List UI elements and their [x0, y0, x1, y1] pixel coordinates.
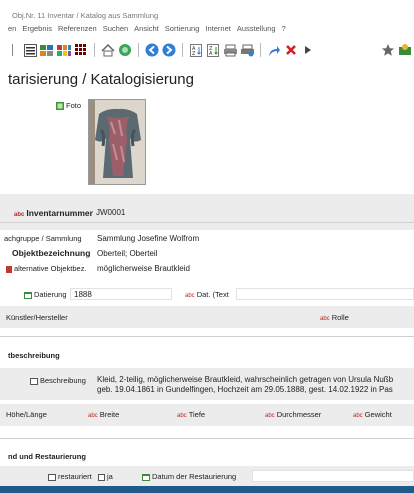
extra-icon[interactable]: [398, 43, 412, 57]
inventarnummer-label: abc Inventarnummer: [14, 208, 93, 218]
home-icon[interactable]: [101, 43, 115, 57]
section-title-restaurierung: nd und Restaurierung: [8, 452, 86, 461]
photo-icon: [56, 101, 64, 110]
beschreibung-line-2[interactable]: geb. 19.04.1861 in Gundelfingen, Hochzei…: [97, 385, 393, 394]
sammlung-label: achgruppe / Sammlung: [4, 234, 82, 243]
objektbezeichnung-label: Objektbezeichnung: [12, 248, 91, 258]
kuenstler-label: Künstler/Hersteller: [6, 313, 68, 322]
required-text-icon: abc: [320, 316, 330, 322]
sort-za-icon[interactable]: ZA: [206, 43, 220, 57]
datierung-label: Datierung: [24, 290, 67, 299]
menu-item-ansicht[interactable]: Ansicht: [134, 24, 159, 38]
menu-item-ergebnis[interactable]: Ergebnis: [22, 24, 52, 38]
dat-text-label: abc Dat. (Text: [185, 290, 229, 299]
inventarnummer-field[interactable]: JW0001: [96, 208, 125, 217]
objektbezeichnung-field[interactable]: Oberteil; Oberteil: [97, 249, 157, 258]
lines-icon[interactable]: [6, 43, 20, 57]
search-globe-icon[interactable]: [118, 43, 132, 57]
rolle-label: abc Rolle: [320, 313, 349, 322]
text-block-icon: [30, 377, 38, 385]
toolbar-divider: [94, 43, 95, 57]
durchmesser-label: abc Durchmesser: [265, 410, 322, 419]
breite-label: abc Breite: [88, 410, 120, 419]
menu-bar: en Ergebnis Referenzen Suchen Ansicht So…: [0, 24, 414, 38]
beschreibung-label: Beschreibung: [30, 376, 86, 385]
object-photo[interactable]: [88, 99, 146, 185]
grid-icon[interactable]: [57, 43, 71, 57]
list-icon[interactable]: [23, 43, 37, 57]
menu-item-help[interactable]: ?: [282, 24, 286, 38]
sort-az-icon[interactable]: AZ: [189, 43, 203, 57]
datum-restaurierung-label: Datum der Restaurierung: [142, 472, 236, 481]
menu-item-file[interactable]: en: [8, 24, 16, 38]
star-icon[interactable]: [381, 43, 395, 57]
window-title: Obj.Nr. 11 Inventar / Katalog aus Sammlu…: [0, 0, 414, 22]
bottom-scroll-bar[interactable]: [0, 486, 414, 493]
checkbox[interactable]: [98, 473, 105, 481]
divider: [0, 438, 414, 439]
section-title-beschreibung: tbeschreibung: [8, 351, 60, 360]
form-band-masse: [0, 404, 414, 426]
print-icon[interactable]: [223, 43, 237, 57]
text-field-icon: abc: [353, 413, 363, 419]
share-arrow-icon[interactable]: [267, 43, 281, 57]
required-text-icon: abc: [14, 212, 25, 218]
checkbox-edit-icon: [48, 473, 56, 481]
divider: [0, 336, 414, 337]
page-title: tarisierung / Katalogisierung: [8, 71, 194, 88]
svg-text:Z: Z: [192, 51, 196, 57]
toolbar-divider: [260, 43, 261, 57]
menu-item-ausstellung[interactable]: Ausstellung: [237, 24, 276, 38]
forward-arrow-icon[interactable]: [162, 43, 176, 57]
datierung-field[interactable]: 1888: [70, 288, 172, 300]
hoehe-label: Höhe/Länge: [6, 410, 47, 419]
gewicht-label: abc Gewicht: [353, 410, 392, 419]
alt-objektbez-label: alternative Objektbez.: [6, 264, 87, 273]
alt-objektbez-field[interactable]: möglicherweise Brautkleid: [97, 264, 190, 273]
text-field-icon: abc: [185, 293, 195, 299]
datierung-value: 1888: [74, 290, 92, 299]
toolbar: AZ ZA: [0, 38, 414, 62]
menu-item-sortierung[interactable]: Sortierung: [165, 24, 200, 38]
divider: [0, 222, 414, 223]
sammlung-field[interactable]: Sammlung Josefine Wolfrom: [97, 234, 199, 243]
calendar-icon: [24, 291, 32, 299]
back-arrow-icon[interactable]: [145, 43, 159, 57]
list-edit-icon: [6, 265, 12, 273]
restauriert-checkbox[interactable]: ja: [98, 472, 113, 481]
toolbar-divider: [182, 43, 183, 57]
foto-label-text: Foto: [66, 101, 82, 110]
svg-text:A: A: [209, 51, 213, 57]
foto-label: Foto: [56, 101, 81, 110]
tiles-color-icon[interactable]: [40, 43, 54, 57]
text-field-icon: abc: [265, 413, 275, 419]
datum-restaurierung-field[interactable]: [252, 470, 414, 482]
print-preview-icon[interactable]: [240, 43, 254, 57]
dat-text-field[interactable]: [236, 288, 414, 300]
grid-dark-icon[interactable]: [74, 43, 88, 57]
text-field-icon: abc: [88, 413, 98, 419]
menu-item-internet[interactable]: Internet: [205, 24, 230, 38]
tiefe-label: abc Tiefe: [177, 410, 206, 419]
text-field-icon: abc: [177, 413, 187, 419]
menu-item-suchen[interactable]: Suchen: [103, 24, 128, 38]
beschreibung-line-1[interactable]: Kleid, 2-teilig, möglicherweise Brautkle…: [97, 375, 393, 384]
close-x-icon[interactable]: [284, 43, 298, 57]
play-icon[interactable]: [301, 43, 315, 57]
toolbar-divider: [138, 43, 139, 57]
menu-item-referenzen[interactable]: Referenzen: [58, 24, 97, 38]
restauriert-label: restauriert: [48, 472, 92, 481]
calendar-icon: [142, 473, 150, 481]
